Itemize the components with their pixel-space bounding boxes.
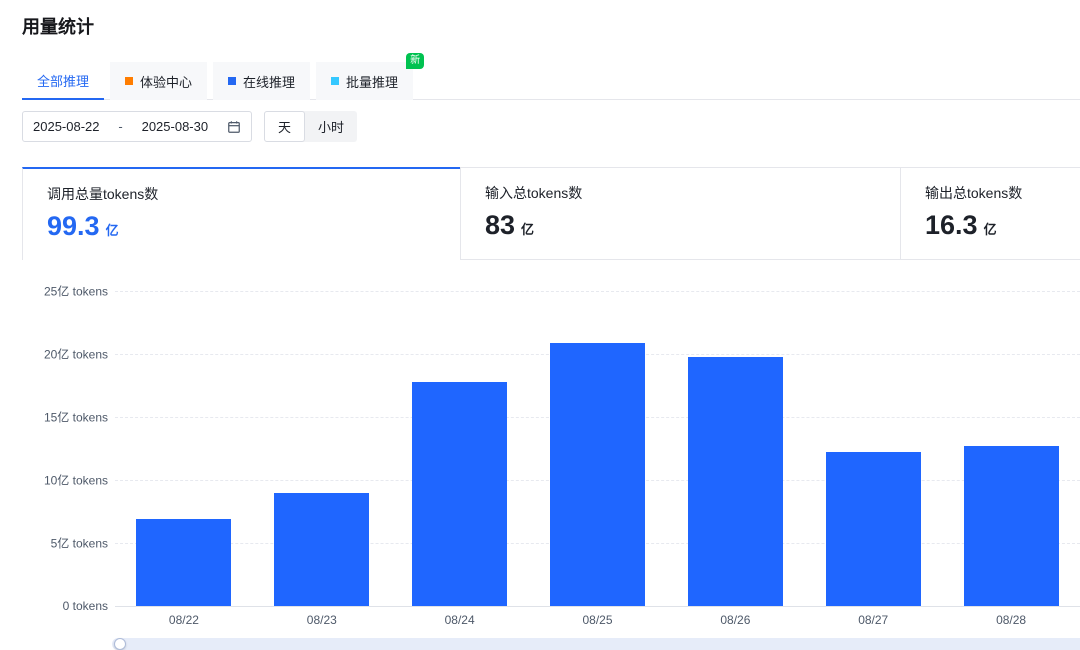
tab-label: 全部推理 xyxy=(37,71,89,90)
stat-card-title: 调用总量tokens数 xyxy=(47,184,436,204)
gridline xyxy=(115,606,1080,607)
stat-card-unit: 亿 xyxy=(106,220,119,239)
new-badge: 新 xyxy=(406,53,424,69)
tab-batch-inference[interactable]: 批量推理 新 xyxy=(316,62,413,100)
calendar-icon xyxy=(227,120,241,134)
date-range-picker[interactable]: 2025-08-22 - 2025-08-30 xyxy=(22,111,252,142)
y-axis-tick-label: 10亿 tokens xyxy=(0,472,108,489)
y-axis-tick-label: 20亿 tokens xyxy=(0,346,108,363)
chart-bar-08/27 xyxy=(826,452,921,606)
blue-square-icon xyxy=(228,77,236,85)
page-title: 用量统计 xyxy=(22,13,94,39)
tab-label: 批量推理 xyxy=(346,72,398,91)
y-axis-tick-label: 15亿 tokens xyxy=(0,409,108,426)
stat-card-output-tokens[interactable]: 输出总tokens数 16.3 亿 xyxy=(900,167,1080,260)
tab-bar: 全部推理 体验中心 在线推理 批量推理 新 xyxy=(22,62,1080,100)
y-axis-tick-label: 5亿 tokens xyxy=(0,535,108,552)
date-separator: - xyxy=(118,119,122,134)
stat-card-total-tokens[interactable]: 调用总量tokens数 99.3 亿 xyxy=(22,167,460,260)
x-axis-tick-label: 08/22 xyxy=(115,613,253,627)
bar-slot xyxy=(115,291,253,606)
stat-card-value: 16.3 xyxy=(925,210,978,241)
stat-card-input-tokens[interactable]: 输入总tokens数 83 亿 xyxy=(460,167,900,260)
x-axis-tick-label: 08/24 xyxy=(391,613,529,627)
chart-bar-08/23 xyxy=(274,493,369,606)
granularity-day-button[interactable]: 天 xyxy=(264,111,305,142)
usage-stats-page: 用量统计 全部推理 体验中心 在线推理 批量推理 新 2025-08-22 - … xyxy=(0,0,1080,650)
orange-square-icon xyxy=(125,77,133,85)
bar-slot xyxy=(253,291,391,606)
chart-bar-08/25 xyxy=(550,343,645,606)
stat-card-value: 83 xyxy=(485,210,515,241)
chart-scrollbar[interactable] xyxy=(112,638,1080,650)
stat-card-value: 99.3 xyxy=(47,211,100,242)
tab-online-inference[interactable]: 在线推理 xyxy=(213,62,310,100)
bar-slot xyxy=(529,291,667,606)
granularity-hour-button[interactable]: 小时 xyxy=(305,111,357,142)
tab-experience-center[interactable]: 体验中心 xyxy=(110,62,207,100)
bars-area xyxy=(115,291,1080,606)
stat-cards: 调用总量tokens数 99.3 亿 输入总tokens数 83 亿 输出总to… xyxy=(22,167,1080,260)
cyan-square-icon xyxy=(331,77,339,85)
scrollbar-handle[interactable] xyxy=(114,638,126,650)
tab-label: 在线推理 xyxy=(243,72,295,91)
stat-card-title: 输出总tokens数 xyxy=(925,183,1056,203)
x-axis-tick-label: 08/28 xyxy=(942,613,1080,627)
bar-slot xyxy=(391,291,529,606)
bar-slot xyxy=(666,291,804,606)
date-end: 2025-08-30 xyxy=(142,119,209,134)
x-axis-tick-label: 08/25 xyxy=(529,613,667,627)
x-axis-tick-label: 08/26 xyxy=(666,613,804,627)
x-axis: 08/2208/2308/2408/2508/2608/2708/28 xyxy=(115,613,1080,627)
y-axis-tick-label: 0 tokens xyxy=(0,599,108,613)
stat-card-unit: 亿 xyxy=(521,219,534,238)
date-start: 2025-08-22 xyxy=(33,119,100,134)
x-axis-tick-label: 08/27 xyxy=(804,613,942,627)
bar-slot xyxy=(804,291,942,606)
tab-all-inference[interactable]: 全部推理 xyxy=(22,62,104,100)
filter-bar: 2025-08-22 - 2025-08-30 天 小时 xyxy=(22,111,357,142)
chart-bar-08/28 xyxy=(964,446,1059,606)
chart-bar-08/24 xyxy=(412,382,507,606)
tab-label: 体验中心 xyxy=(140,72,192,91)
chart-bar-08/26 xyxy=(688,357,783,606)
x-axis-tick-label: 08/23 xyxy=(253,613,391,627)
y-axis-tick-label: 25亿 tokens xyxy=(0,283,108,300)
chart-bar-08/22 xyxy=(136,519,231,606)
granularity-toggle: 天 小时 xyxy=(264,111,357,142)
bar-slot xyxy=(942,291,1080,606)
stat-card-title: 输入总tokens数 xyxy=(485,183,876,203)
stat-card-unit: 亿 xyxy=(984,219,997,238)
usage-bar-chart: 25亿 tokens 20亿 tokens 15亿 tokens 10亿 tokens… xyxy=(0,270,1080,650)
